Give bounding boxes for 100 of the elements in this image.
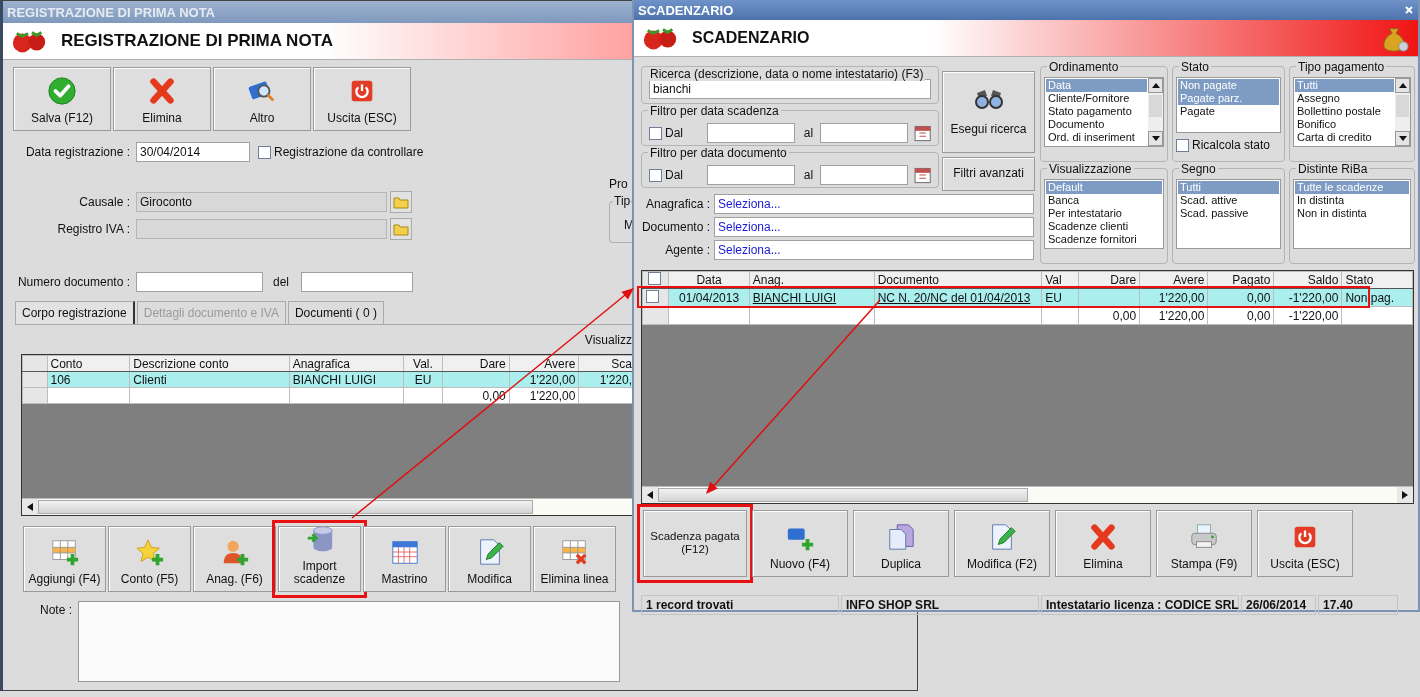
column-header: Val. <box>403 355 443 372</box>
date-field[interactable] <box>301 272 413 292</box>
toolbar-button[interactable]: Import scadenze <box>278 526 361 592</box>
list-item[interactable]: Bollettino postale <box>1295 105 1394 118</box>
search-button[interactable]: Esegui ricerca <box>942 71 1035 153</box>
checkbox-label: Dal <box>665 168 684 182</box>
toolbar-button[interactable]: Stampa (F9) <box>1156 510 1252 577</box>
date-field[interactable] <box>819 123 908 143</box>
list-box[interactable]: Non pagate Pagate parz. Pagate <box>1176 77 1281 133</box>
toolbar-button[interactable]: Scadenza pagata (F12) <box>643 510 747 577</box>
toolbar-button[interactable]: Salva (F12) <box>13 67 111 131</box>
scrollbar[interactable] <box>1395 78 1410 146</box>
input-field[interactable] <box>136 219 387 239</box>
list-box[interactable]: Tutti Scad. attive Scad. passive <box>1176 179 1281 249</box>
list-box[interactable]: Tutti Assegno Bollettino postale Bonifico Carta di credito <box>1293 77 1411 147</box>
list-item[interactable]: Ord. di inseriment <box>1046 131 1147 144</box>
list-item[interactable]: In distinta <box>1295 194 1409 207</box>
grid-plus-icon <box>49 537 80 567</box>
toolbar-button[interactable]: Conto (F5) <box>108 526 191 592</box>
toolbar-button[interactable]: Mastrino <box>363 526 446 592</box>
filter-button[interactable]: Filtri avanzati <box>942 157 1035 191</box>
header-title: SCADENZARIO <box>692 29 811 47</box>
calendar-icon[interactable] <box>913 124 931 142</box>
scrollbar[interactable] <box>642 486 1413 503</box>
list-item[interactable]: Stato pagamento <box>1046 105 1147 118</box>
left-arrow-icon[interactable] <box>27 503 33 511</box>
list-item[interactable]: Per intestatario <box>1046 207 1162 220</box>
scrollbar[interactable] <box>22 498 632 515</box>
group-label: Visualizzazione <box>1047 162 1134 176</box>
calendar-icon[interactable] <box>913 166 931 184</box>
toolbar-button[interactable]: Elimina <box>1055 510 1151 577</box>
total-cell: 0,00 <box>1207 306 1274 325</box>
list-item[interactable]: Bonifico <box>1295 118 1394 131</box>
checkbox[interactable] <box>649 168 662 182</box>
list-item[interactable]: Carta di credito <box>1295 131 1394 144</box>
lookup-field[interactable]: Seleziona... <box>714 240 1034 260</box>
field-label: Data registrazione : <box>24 145 131 159</box>
toolbar-button[interactable]: Anag. (F6) <box>193 526 276 592</box>
date-field[interactable]: 30/04/2014 <box>136 142 250 162</box>
left-arrow-icon[interactable] <box>647 491 653 499</box>
list-item[interactable]: Pagate <box>1178 105 1279 118</box>
list-item[interactable]: Cliente/Fornitore <box>1046 92 1147 105</box>
toolbar-button[interactable]: Uscita (ESC) <box>1257 510 1353 577</box>
toolbar-button[interactable]: Modifica <box>448 526 531 592</box>
list-box[interactable]: Data Cliente/Fornitore Stato pagamento Documento Ord. di inseriment <box>1044 77 1164 147</box>
checkbox[interactable] <box>647 272 661 285</box>
up-arrow-icon[interactable] <box>1398 83 1407 88</box>
list-item[interactable]: Scadenze fornitori <box>1046 233 1162 246</box>
list-item[interactable]: Banca <box>1046 194 1162 207</box>
field-label: Note : <box>40 602 73 619</box>
list-item[interactable]: Scad. attive <box>1178 194 1279 207</box>
toolbar-button[interactable]: Elimina <box>113 67 211 131</box>
checkbox[interactable] <box>649 126 662 140</box>
list-item[interactable]: Assegno <box>1295 92 1394 105</box>
toolbar-button[interactable]: Aggiungi (F4) <box>23 526 106 592</box>
field-label: al <box>802 168 815 182</box>
group-label: Stato <box>1179 60 1212 74</box>
total-cell: 1'220,00 <box>1139 306 1208 325</box>
close-icon[interactable] <box>1404 5 1414 15</box>
toolbar-button[interactable]: Uscita (ESC) <box>313 67 411 131</box>
status-cell: 17.40 <box>1318 595 1398 615</box>
field-label: del <box>273 275 290 289</box>
input-field[interactable] <box>136 272 263 292</box>
down-arrow-icon[interactable] <box>1398 136 1407 141</box>
field-label: Causale : <box>78 195 131 209</box>
checkbox-label: Ricalcola stato <box>1192 138 1271 152</box>
list-box[interactable]: Default Banca Per intestatario Scadenze clienti Scadenze fornitori <box>1044 179 1164 249</box>
lookup-field[interactable]: Seleziona... <box>714 194 1034 214</box>
list-item[interactable]: Scadenze clienti <box>1046 220 1162 233</box>
toolbar-button[interactable]: Duplica <box>853 510 949 577</box>
input-field[interactable]: Giroconto <box>136 192 387 212</box>
up-arrow-icon[interactable] <box>1151 83 1160 88</box>
tab[interactable]: Documenti ( 0 ) <box>287 301 384 324</box>
list-box[interactable]: Tutte le scadenze In distinta Non in distinta <box>1293 179 1411 249</box>
date-field[interactable] <box>707 123 796 143</box>
down-arrow-icon[interactable] <box>1151 136 1160 141</box>
column-header: Avere <box>509 355 579 372</box>
toolbar-button[interactable]: Elimina linea <box>533 526 616 592</box>
list-item[interactable]: Documento <box>1046 118 1147 131</box>
header-title: REGISTRAZIONE DI PRIMA NOTA <box>61 31 333 51</box>
date-field[interactable] <box>819 165 908 185</box>
notes-field[interactable] <box>78 601 620 682</box>
group-label: Segno <box>1179 162 1218 176</box>
toolbar-button[interactable]: Modifica (F2) <box>954 510 1050 577</box>
checkbox[interactable] <box>1176 138 1189 152</box>
group-label: Filtro per data documento <box>648 146 789 160</box>
list-item[interactable]: Scad. passive <box>1178 207 1279 220</box>
lookup-field[interactable]: Seleziona... <box>714 217 1034 237</box>
date-field[interactable] <box>707 165 796 185</box>
list-item[interactable]: Non in distinta <box>1295 207 1409 220</box>
right-arrow-icon[interactable] <box>1402 491 1408 499</box>
column-header: Dare <box>442 355 510 372</box>
scrollbar[interactable] <box>1148 78 1163 146</box>
toolbar-button[interactable]: Nuovo (F4) <box>752 510 848 577</box>
checkbox[interactable] <box>258 145 271 159</box>
toolbar-button[interactable]: Altro <box>213 67 311 131</box>
group-label: Filtro per data scadenza <box>648 104 781 118</box>
field-label: Agente : <box>664 243 711 257</box>
checkbox[interactable] <box>646 289 659 303</box>
tab[interactable]: Corpo registrazione <box>15 301 135 324</box>
